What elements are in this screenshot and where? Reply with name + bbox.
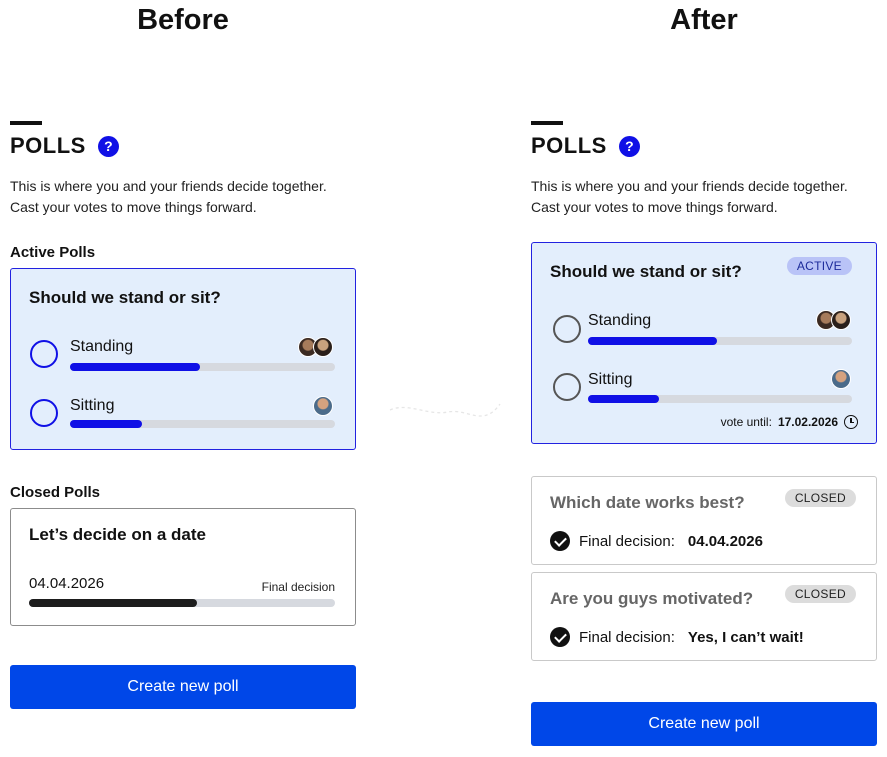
avatar [831,369,851,389]
poll-question: Which date works best? [550,493,745,512]
vote-bar-fill [588,395,660,403]
radio-icon[interactable] [30,340,58,368]
intro-text: This is where you and your friends decid… [531,176,887,218]
decision-label: Final decision: [579,532,675,550]
clock-icon [844,415,858,429]
vote-bar [588,395,852,403]
radio-icon[interactable] [553,373,581,401]
option-label: Sitting [70,397,115,414]
intro-line-2: Cast your votes to move things forward. [10,199,257,215]
final-decision: Final decision: Yes, I can’t wait! [550,627,804,647]
heading-dash [10,121,42,125]
poll-option-standing[interactable]: Standing [532,310,878,352]
result-bar-fill [29,599,198,607]
vote-bar [70,420,335,428]
vote-bar-fill [70,420,142,428]
avatar [313,337,333,357]
closed-poll-card[interactable]: Which date works best? CLOSED Final deci… [531,476,877,565]
after-title: After [670,4,738,36]
decorative-squiggle [389,403,501,417]
check-icon [550,531,570,551]
option-label: Standing [588,312,652,329]
intro-line-1: This is where you and your friends decid… [10,178,327,194]
poll-question: Are you guys motivated? [550,589,754,608]
final-date: 04.04.2026 [29,575,105,592]
active-polls-label: Active Polls [10,244,96,261]
status-badge: ACTIVE [786,257,852,275]
help-icon[interactable]: ? [97,135,119,157]
avatar [831,310,851,330]
polls-heading: POLLS ? [531,133,640,159]
poll-option-standing[interactable]: Standing [11,337,357,377]
vote-until-label: vote until: [720,415,772,429]
poll-option-sitting[interactable]: Sitting [532,369,878,411]
result-bar [29,599,335,607]
active-poll-card: Should we stand or sit? Standing Sitting [10,268,356,450]
radio-icon[interactable] [553,315,581,343]
decision-value: 04.04.2026 [687,532,763,550]
vote-bar [588,337,852,345]
page-title: POLLS [531,133,607,158]
before-title: Before [137,4,229,36]
status-badge: CLOSED [784,489,856,507]
polls-heading: POLLS ? [10,133,119,159]
closed-poll-card[interactable]: Are you guys motivated? CLOSED Final dec… [531,572,877,661]
help-icon[interactable]: ? [618,135,640,157]
poll-question: Should we stand or sit? [29,288,221,307]
create-poll-button[interactable]: Create new poll [10,665,356,709]
check-icon [550,627,570,647]
status-badge: CLOSED [784,585,856,603]
intro-line-2: Cast your votes to move things forward. [531,199,778,215]
vote-until-date: 17.02.2026 [777,415,838,429]
poll-option-sitting[interactable]: Sitting [11,396,357,436]
radio-icon[interactable] [30,399,58,427]
vote-bar-fill [70,363,200,371]
final-decision-caption: Final decision [261,580,335,594]
vote-bar-fill [588,337,718,345]
vote-bar [70,363,335,371]
intro-text: This is where you and your friends decid… [10,176,370,218]
decision-value: Yes, I can’t wait! [687,628,804,646]
poll-question: Let’s decide on a date [29,525,206,544]
poll-question: Should we stand or sit? [550,262,742,281]
final-decision: Final decision: 04.04.2026 [550,531,763,551]
active-poll-card: Should we stand or sit? ACTIVE Standing … [531,242,877,444]
closed-poll-card[interactable]: Let’s decide on a date 04.04.2026 Final … [10,508,356,626]
avatar [313,396,333,416]
option-label: Sitting [588,371,633,388]
option-label: Standing [70,338,134,355]
vote-deadline: vote until: 17.02.2026 [721,415,858,429]
create-poll-button[interactable]: Create new poll [531,702,877,746]
intro-line-1: This is where you and your friends decid… [531,178,848,194]
page-title: POLLS [10,133,86,158]
decision-label: Final decision: [579,628,675,646]
closed-polls-label: Closed Polls [10,484,101,501]
heading-dash [531,121,563,125]
